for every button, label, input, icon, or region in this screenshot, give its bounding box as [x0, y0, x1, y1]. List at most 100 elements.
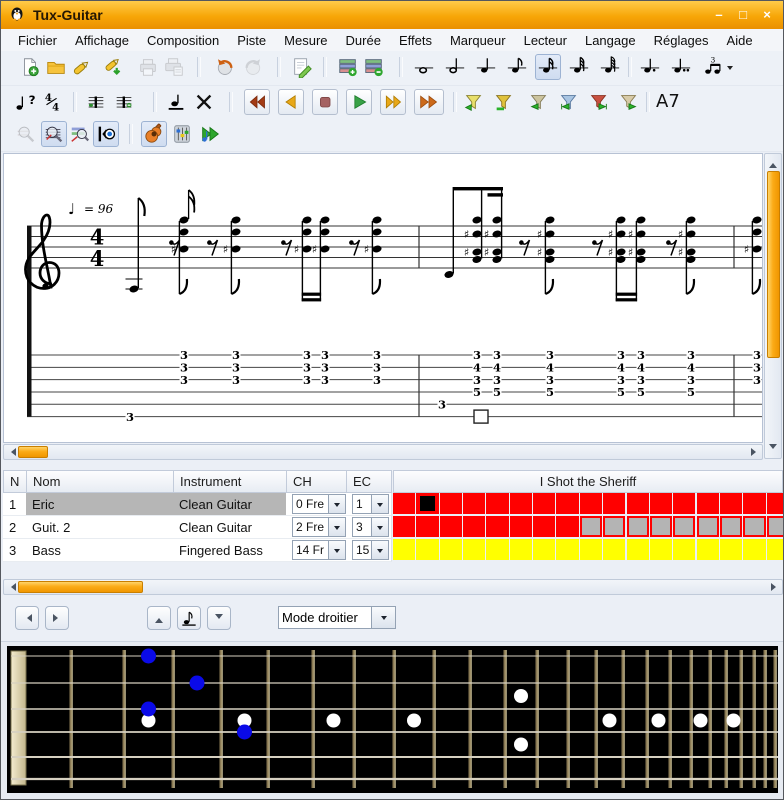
time-signature-button[interactable]: 44: [39, 89, 65, 115]
measure-block[interactable]: [603, 493, 625, 514]
fretboard-scroll-left-button[interactable]: [15, 606, 39, 630]
undo-button[interactable]: [211, 54, 237, 80]
add-marker-button[interactable]: [461, 89, 487, 115]
hand-mode-dropdown-button[interactable]: [372, 606, 396, 629]
fretboard[interactable]: [1, 642, 784, 800]
print-preview-button[interactable]: [161, 54, 187, 80]
channel-combo[interactable]: 0 Fre: [292, 494, 346, 514]
column-header-nom[interactable]: Nom: [26, 470, 174, 493]
next-marker-button[interactable]: [586, 89, 612, 115]
print-button[interactable]: [135, 54, 161, 80]
last-marker-button[interactable]: [616, 89, 642, 115]
measure-block[interactable]: [673, 493, 695, 514]
go-previous-button[interactable]: [278, 89, 304, 115]
add-track-button[interactable]: [335, 54, 361, 80]
measure-block[interactable]: [673, 516, 695, 537]
measure-block[interactable]: [463, 516, 485, 537]
measure-block[interactable]: [510, 493, 532, 514]
measure-block[interactable]: [650, 493, 672, 514]
scroll-up-icon[interactable]: [769, 159, 777, 168]
measure-block[interactable]: [580, 516, 602, 537]
channel-dropdown-button[interactable]: [329, 494, 346, 514]
measure-block[interactable]: [393, 493, 415, 514]
duration-quarter-button[interactable]: [473, 54, 499, 80]
save-button[interactable]: [69, 54, 95, 80]
go-next-button[interactable]: [380, 89, 406, 115]
string-up-button[interactable]: [147, 606, 171, 630]
title-bar[interactable]: Tux-Guitar – □ ×: [1, 1, 783, 29]
measure-block[interactable]: [510, 516, 532, 537]
scroll-right-icon[interactable]: [751, 448, 760, 456]
track-row-name[interactable]: Eric: [26, 493, 174, 516]
measure-block[interactable]: [720, 516, 742, 537]
channel-combo[interactable]: 14 Fr: [292, 540, 346, 560]
zoom-in-button[interactable]: [67, 121, 93, 147]
menu-marqueur[interactable]: Marqueur: [441, 31, 515, 50]
menu-mesure[interactable]: Mesure: [275, 31, 336, 50]
track-row-name[interactable]: Bass: [26, 539, 174, 562]
measure-block[interactable]: [767, 539, 784, 560]
measure-block[interactable]: [580, 539, 602, 560]
measure-block[interactable]: [673, 539, 695, 560]
scroll-left-icon[interactable]: [7, 448, 16, 456]
score-vscroll-thumb[interactable]: [767, 171, 780, 358]
menu-lecteur[interactable]: Lecteur: [515, 31, 576, 50]
measure-block[interactable]: [650, 539, 672, 560]
measure-block[interactable]: [767, 493, 784, 514]
measure-block[interactable]: [486, 539, 508, 560]
column-header-ch[interactable]: CH: [286, 470, 347, 493]
measure-block[interactable]: [627, 493, 649, 514]
show-player-button[interactable]: [197, 121, 223, 147]
column-header-n[interactable]: N: [3, 470, 27, 493]
measure-block[interactable]: [416, 493, 438, 514]
remove-marker-button[interactable]: [491, 89, 517, 115]
zoom-out-button[interactable]: [13, 121, 39, 147]
menu-fichier[interactable]: Fichier: [9, 31, 66, 50]
layout-mode-button[interactable]: [93, 121, 119, 147]
track-row-number[interactable]: 2: [3, 516, 27, 539]
maximize-button[interactable]: □: [735, 7, 751, 23]
track-row-instrument[interactable]: Fingered Bass: [173, 539, 287, 562]
measure-block[interactable]: [393, 516, 415, 537]
measure-block[interactable]: [533, 516, 555, 537]
measure-block[interactable]: [767, 516, 784, 537]
effect-channel-combo[interactable]: 1: [352, 494, 389, 514]
save-as-button[interactable]: [101, 54, 127, 80]
first-marker-button[interactable]: [526, 89, 552, 115]
measure-block[interactable]: [697, 516, 719, 537]
menu-aide[interactable]: Aide: [718, 31, 762, 50]
measure-block[interactable]: [463, 493, 485, 514]
dotted-note-button[interactable]: [637, 54, 663, 80]
measure-block[interactable]: [603, 516, 625, 537]
song-properties-button[interactable]: [289, 54, 315, 80]
show-fretboard-button[interactable]: [141, 121, 167, 147]
measure-block[interactable]: [580, 493, 602, 514]
duration-thirtysecond-button[interactable]: [566, 54, 592, 80]
measure-block[interactable]: [440, 516, 462, 537]
measure-block[interactable]: [697, 539, 719, 560]
minimize-button[interactable]: –: [711, 7, 727, 23]
double-dotted-note-button[interactable]: [668, 54, 694, 80]
channel-dropdown-button[interactable]: [329, 540, 346, 560]
measure-block[interactable]: [533, 539, 555, 560]
measure-block[interactable]: [743, 493, 765, 514]
note-duration-indicator-button[interactable]: [177, 606, 201, 630]
open-file-button[interactable]: [43, 54, 69, 80]
play-button[interactable]: [346, 89, 372, 115]
measure-block[interactable]: [650, 516, 672, 537]
duration-sixteenth-button[interactable]: [535, 54, 561, 80]
track-row-instrument[interactable]: Clean Guitar: [173, 493, 287, 516]
insert-beat-button[interactable]: [163, 89, 189, 115]
measure-block[interactable]: [743, 539, 765, 560]
show-mixer-button[interactable]: [169, 121, 195, 147]
hand-mode-combo[interactable]: Mode droitier: [278, 606, 396, 629]
track-row-instrument[interactable]: Clean Guitar: [173, 516, 287, 539]
measure-block[interactable]: [743, 516, 765, 537]
score-vertical-scrollbar[interactable]: [764, 153, 782, 459]
effect-channel-combo[interactable]: 15: [352, 540, 389, 560]
measure-block[interactable]: [486, 516, 508, 537]
track-row-number[interactable]: 3: [3, 539, 27, 562]
song-title-header[interactable]: I Shot the Sheriff: [393, 470, 783, 493]
measure-block[interactable]: [533, 493, 555, 514]
tracks-horizontal-scrollbar[interactable]: [3, 579, 783, 595]
